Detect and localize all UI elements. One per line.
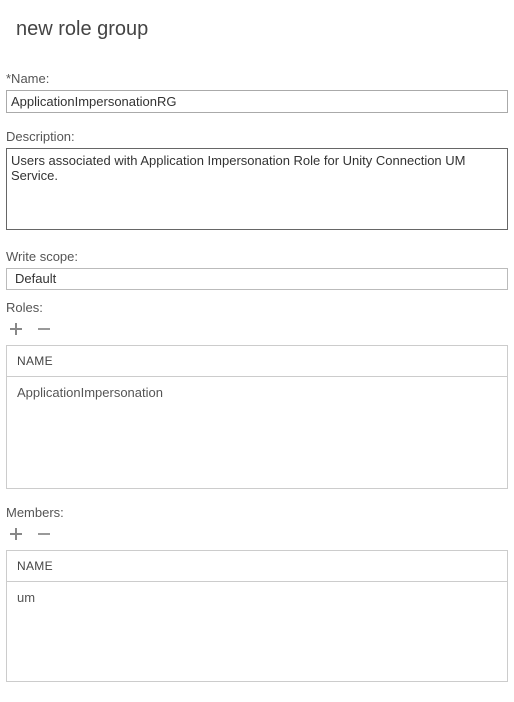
page-title: new role group	[0, 0, 514, 41]
members-cell: um	[7, 582, 508, 682]
roles-label: Roles:	[6, 300, 508, 315]
roles-cell: ApplicationImpersonation	[7, 377, 508, 489]
writescope-label: Write scope:	[6, 249, 508, 264]
table-row[interactable]: ApplicationImpersonation	[7, 377, 508, 489]
name-input[interactable]	[6, 90, 508, 113]
name-label: *Name:	[6, 71, 508, 86]
description-textarea[interactable]: Users associated with Application Impers…	[6, 148, 508, 230]
table-row[interactable]: um	[7, 582, 508, 682]
roles-remove-icon[interactable]	[36, 321, 52, 337]
members-add-icon[interactable]	[8, 526, 24, 542]
members-column-header: NAME	[7, 551, 508, 582]
writescope-select[interactable]: Default	[6, 268, 508, 290]
members-table: NAME um	[6, 550, 508, 682]
description-label: Description:	[6, 129, 508, 144]
roles-table: NAME ApplicationImpersonation	[6, 345, 508, 489]
roles-add-icon[interactable]	[8, 321, 24, 337]
members-remove-icon[interactable]	[36, 526, 52, 542]
roles-column-header: NAME	[7, 346, 508, 377]
members-label: Members:	[6, 505, 508, 520]
